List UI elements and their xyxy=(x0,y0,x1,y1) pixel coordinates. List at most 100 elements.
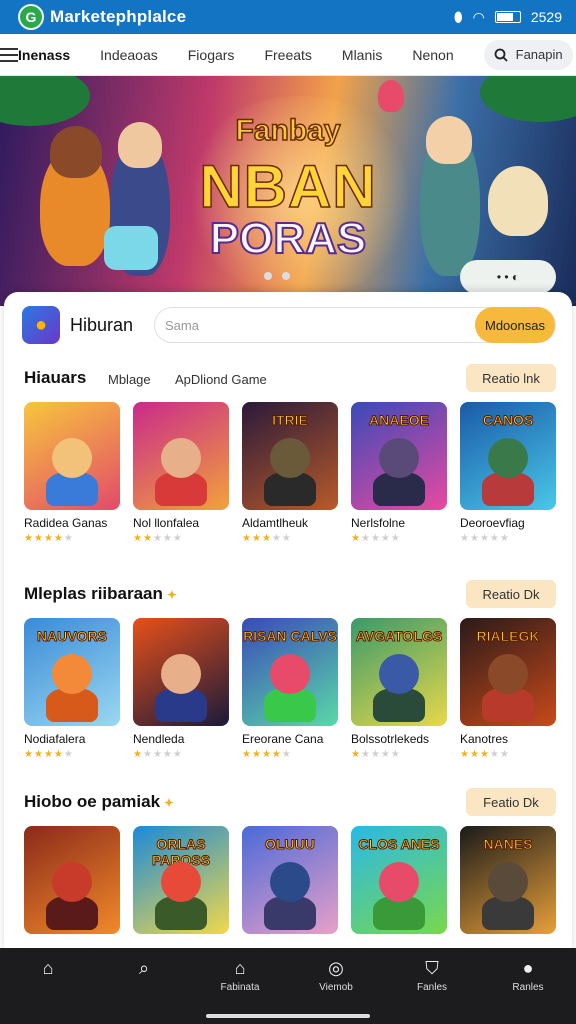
game-title: Ereorane Cana xyxy=(242,732,324,746)
nav-search-button[interactable]: Fanapin xyxy=(483,39,573,70)
game-thumbnail[interactable]: OLUUU xyxy=(242,826,338,934)
nav-compass[interactable]: ◎ Viemob xyxy=(288,948,384,1024)
hero-title-line2: NBAN xyxy=(199,152,377,221)
rating-stars: ★★★★★ xyxy=(242,749,292,760)
status-bar: G Marketephplalce ⬮ ◠ 2529 xyxy=(0,0,576,34)
game-title: Nodiafalera xyxy=(24,732,86,746)
game-character-head xyxy=(270,862,310,902)
home-icon: ⌂ xyxy=(42,958,54,978)
tab-4[interactable]: Freeats xyxy=(264,47,311,63)
top-nav: Inenass Indeaoas Fiogars Freeats Mlanis … xyxy=(0,34,576,76)
nav-shield-label: Fanles xyxy=(416,982,447,993)
game-thumb-title: CANOS xyxy=(482,412,534,429)
game-thumb-title: OLUUU xyxy=(265,836,316,853)
shield-status-icon: ⬮ xyxy=(453,8,463,25)
clock-time: 2529 xyxy=(530,9,562,25)
game-character-head xyxy=(379,654,419,694)
tab-1[interactable]: Inenass xyxy=(18,47,70,63)
game-title: Aldamtlheuk xyxy=(242,516,309,530)
balloon xyxy=(378,80,404,112)
menu-icon[interactable] xyxy=(0,53,18,56)
palm-leaves xyxy=(480,76,576,122)
game-title: Kanotres xyxy=(460,732,509,746)
game-card[interactable]: OLUUU xyxy=(242,826,338,934)
game-card[interactable]: ORLAS PAROSS xyxy=(133,826,229,934)
game-grid: NAUVORS Nodiafalera ★★★★★ Nendleda ★★★★★ RISA… xyxy=(24,618,556,760)
game-card[interactable] xyxy=(24,826,120,934)
see-all-button[interactable]: Reatio Dk xyxy=(466,580,556,608)
game-card[interactable]: NANES xyxy=(460,826,556,934)
search-placeholder: Sama xyxy=(165,317,199,333)
game-card[interactable]: Nendleda ★★★★★ xyxy=(133,618,229,760)
game-card[interactable]: ANAEOE Nerlsfolne ★★★★★ xyxy=(351,402,447,544)
tab-3[interactable]: Fiogars xyxy=(188,47,235,63)
game-thumbnail[interactable]: CANOS xyxy=(460,402,556,510)
bottom-nav: ⌂ ⌕ ⌂ Fabinata ◎ Viemob ⛉ Fanles ● Ranles xyxy=(0,948,576,1024)
nav-search[interactable]: ⌕ xyxy=(96,948,192,1024)
hero-title-line1: Fanbay xyxy=(235,113,342,148)
rating-stars: ★★★★★ xyxy=(24,533,74,544)
home-indicator[interactable] xyxy=(206,1014,370,1018)
rating-stars: ★★★★★ xyxy=(460,533,510,544)
game-character-head xyxy=(488,654,528,694)
filter-chip[interactable]: ApDliond Game xyxy=(175,372,267,387)
game-thumbnail[interactable]: AVGATOLGS xyxy=(351,618,447,726)
rating-stars: ★★★★★ xyxy=(460,749,510,760)
search-input[interactable]: Sama Mdoonsas xyxy=(154,307,556,343)
rating-stars: ★★★★★ xyxy=(351,749,401,760)
game-character-head xyxy=(379,438,419,478)
game-thumbnail[interactable]: CLOS ANES xyxy=(351,826,447,934)
status-icons: ⬮ ◠ 2529 xyxy=(454,9,562,26)
game-card[interactable]: CANOS Deoroevfiag ★★★★★ xyxy=(460,402,556,544)
game-thumbnail[interactable]: NANES xyxy=(460,826,556,934)
game-thumb-title: ANAEOE xyxy=(369,412,430,429)
game-character-head xyxy=(379,862,419,902)
section-1: Hiauars Mblage ApDliond Game Reatio lnk … xyxy=(24,364,556,544)
game-card[interactable]: Nol llonfalea ★★★★★ xyxy=(133,402,229,544)
game-thumbnail[interactable]: ORLAS PAROSS xyxy=(133,826,229,934)
game-card[interactable]: ITRIE Aldamtlheuk ★★★★★ xyxy=(242,402,338,544)
nav-shield[interactable]: ⛉ Fanles xyxy=(384,948,480,1024)
nav-store[interactable]: ⌂ Fabinata xyxy=(192,948,288,1024)
section-title: Hiauars xyxy=(24,368,87,387)
game-thumb-title: RISAN CALVS xyxy=(243,628,338,645)
see-all-button[interactable]: Featio Dk xyxy=(466,788,556,816)
tab-5[interactable]: Mlanis xyxy=(342,47,382,63)
game-thumbnail[interactable]: NAUVORS xyxy=(24,618,120,726)
game-thumbnail[interactable] xyxy=(24,826,120,934)
search-button[interactable]: Mdoonsas xyxy=(475,307,555,343)
game-card[interactable]: AVGATOLGS Bolssotrlekeds ★★★★★ xyxy=(351,618,447,760)
game-card[interactable]: RISAN CALVS Ereorane Cana ★★★★★ xyxy=(242,618,338,760)
tab-6[interactable]: Nenon xyxy=(412,47,453,63)
carousel-dots[interactable] xyxy=(264,272,290,280)
tab-2[interactable]: Indeaoas xyxy=(100,47,158,63)
app-logo-icon: G xyxy=(18,4,44,30)
wifi-icon: ◠ xyxy=(472,8,485,25)
game-character-head xyxy=(488,438,528,478)
see-all-button[interactable]: Reatio lnk xyxy=(466,364,556,392)
game-thumbnail[interactable]: ITRIE xyxy=(242,402,338,510)
nav-profile-label: Ranles xyxy=(512,982,544,993)
category-header: ● Hiburan xyxy=(22,306,133,344)
rating-stars: ★★★★★ xyxy=(351,533,401,544)
game-card[interactable]: NAUVORS Nodiafalera ★★★★★ xyxy=(24,618,120,760)
game-card[interactable]: RIALEGK Kanotres ★★★★★ xyxy=(460,618,556,760)
nav-profile[interactable]: ● Ranles xyxy=(480,948,576,1024)
game-thumbnail[interactable]: RISAN CALVS xyxy=(242,618,338,726)
game-thumb-title: RIALEGK xyxy=(476,628,540,645)
game-card[interactable]: Radidea Ganas ★★★★★ xyxy=(24,402,120,544)
game-thumbnail[interactable] xyxy=(133,618,229,726)
hero-toggle[interactable]: • • ◐ xyxy=(460,260,556,294)
hero-banner[interactable]: Fanbay NBAN PORAS • • ◐ xyxy=(0,76,576,306)
nav-home[interactable]: ⌂ xyxy=(0,948,96,1024)
game-title: Radidea Ganas xyxy=(24,516,108,530)
game-card[interactable]: CLOS ANES xyxy=(351,826,447,934)
game-character-head xyxy=(270,654,310,694)
game-thumbnail[interactable]: ANAEOE xyxy=(351,402,447,510)
game-thumbnail[interactable] xyxy=(24,402,120,510)
filter-chip[interactable]: Mblage xyxy=(108,372,151,387)
game-thumbnail[interactable]: RIALEGK xyxy=(460,618,556,726)
shield-icon: ⛉ xyxy=(425,958,439,978)
game-thumbnail[interactable] xyxy=(133,402,229,510)
content-card: ● Hiburan Sama Mdoonsas Hiauars Mblage A… xyxy=(4,292,572,952)
